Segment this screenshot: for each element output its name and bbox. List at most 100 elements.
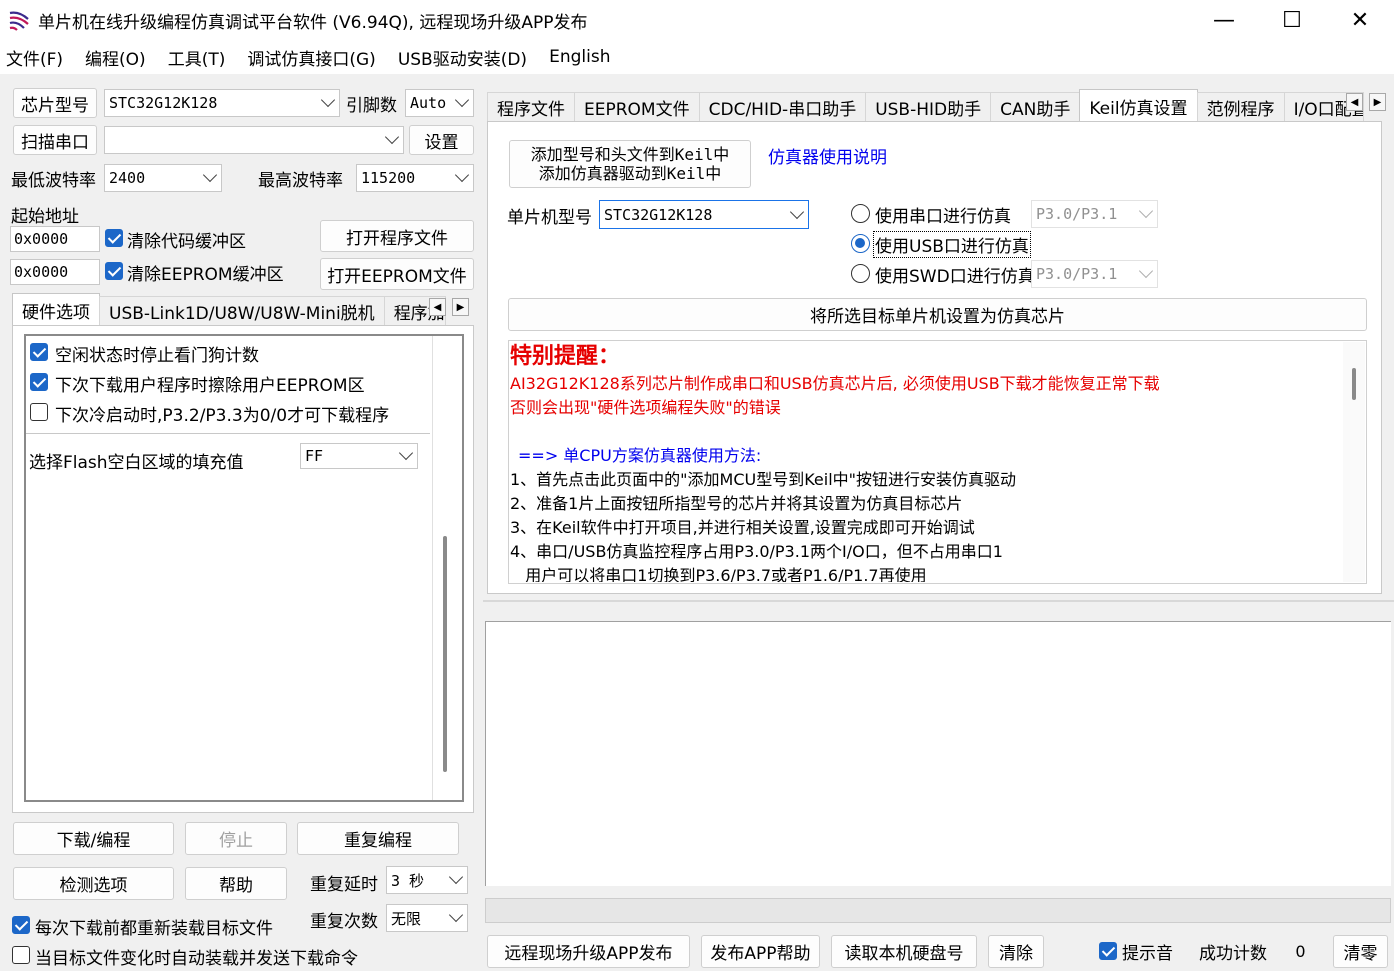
splitter[interactable] [483, 600, 1394, 602]
tab-keil-emulation[interactable]: Keil仿真设置 [1079, 89, 1198, 122]
chevron-down-icon [384, 129, 400, 145]
chevron-down-icon [454, 92, 470, 108]
tab-scroll-right-icon[interactable]: ▶ [452, 298, 469, 316]
add-to-keil-button[interactable]: 添加型号和头文件到Keil中 添加仿真器驱动到Keil中 [509, 140, 751, 188]
tab-hardware-options[interactable]: 硬件选项 [12, 293, 100, 326]
chip-model-button[interactable]: 芯片型号 [13, 88, 97, 118]
notes-step: 1、首先点击此页面中的"添加MCU型号到Keil中"按钮进行安装仿真驱动 [510, 470, 1017, 489]
tab-scroll-left-icon[interactable]: ◀ [429, 298, 446, 316]
tab-program-file[interactable]: 程序文件 [487, 92, 575, 122]
option-label: 空闲状态时停止看门狗计数 [55, 346, 259, 366]
close-button[interactable]: ✕ [1326, 0, 1394, 40]
scan-port-button[interactable]: 扫描串口 [13, 125, 97, 155]
remote-publish-button[interactable]: 远程现场升级APP发布 [487, 935, 690, 968]
chevron-down-icon [789, 204, 805, 219]
help-button[interactable]: 帮助 [185, 867, 287, 900]
pin-count-select[interactable]: Auto [405, 89, 474, 117]
stop-button[interactable]: 停止 [185, 822, 287, 855]
serial-emulation-radio[interactable] [851, 204, 870, 223]
option-label: 下次下载用户程序时擦除用户EEPROM区 [55, 376, 365, 396]
tab-scroll-left-icon[interactable]: ◀ [1346, 93, 1363, 111]
clear-log-button[interactable]: 清除 [988, 935, 1044, 968]
menu-usb-driver[interactable]: USB驱动安装(D) [398, 45, 527, 70]
download-program-button[interactable]: 下载/编程 [13, 822, 174, 855]
min-baud-select[interactable]: 2400 [104, 164, 222, 192]
notes-step: 2、准备1片上面按钮所指型号的芯片并将其设置为仿真目标芯片 [510, 494, 963, 513]
eeprom-start-address-input[interactable]: 0x0000 [10, 259, 100, 285]
scrollbar-thumb[interactable] [443, 536, 447, 772]
swd-emulation-radio[interactable] [851, 264, 870, 283]
notes-content: 特别提醒： AI32G12K128系列芯片制作成串口和USB仿真芯片后, 必须使… [510, 342, 1342, 582]
option-checkbox[interactable] [30, 343, 48, 361]
option-checkbox[interactable] [30, 373, 48, 391]
tab-can[interactable]: CAN助手 [990, 92, 1081, 122]
tab-examples[interactable]: 范例程序 [1196, 92, 1285, 122]
left-tab-bar: 硬件选项 USB-Link1D/U8W/U8W-Mini脱机 程序加 [12, 292, 446, 326]
clear-eeprom-buffer-checkbox[interactable] [105, 262, 123, 280]
code-start-address-input[interactable]: 0x0000 [10, 226, 100, 252]
max-baud-select[interactable]: 115200 [356, 164, 474, 192]
repeat-delay-value: 3 秒 [391, 871, 425, 890]
emulator-help-link[interactable]: 仿真器使用说明 [768, 143, 887, 168]
chevron-down-icon [454, 167, 470, 183]
reload-before-download-checkbox[interactable] [12, 916, 30, 934]
beep-checkbox[interactable] [1099, 942, 1117, 960]
chip-model-select[interactable]: STC32G12K128 [104, 89, 340, 117]
notes-step: 用户可以将串口1切换到P3.6/P3.7或者P1.6/P1.7再使用 [510, 566, 927, 582]
menu-debug[interactable]: 调试仿真接口(G) [247, 45, 375, 70]
chevron-down-icon [202, 167, 218, 183]
menu-file[interactable]: 文件(F) [6, 45, 63, 70]
scrollbar-thumb[interactable] [1352, 368, 1356, 400]
divider [26, 433, 430, 434]
publish-help-button[interactable]: 发布APP帮助 [701, 935, 820, 968]
notes-scrollbar[interactable] [1343, 342, 1365, 582]
set-target-emulation-chip-button[interactable]: 将所选目标单片机设置为仿真芯片 [508, 298, 1367, 331]
fill-value-select[interactable]: FF [300, 443, 418, 469]
tab-scroll-right-icon[interactable]: ▶ [1369, 93, 1386, 111]
hardware-options-list: 空闲状态时停止看门狗计数 下次下载用户程序时擦除用户EEPROM区 下次冷启动时… [24, 334, 464, 802]
reload-before-download-label: 每次下载前都重新装载目标文件 [35, 919, 273, 939]
repeat-program-button[interactable]: 重复编程 [297, 822, 459, 855]
pin-count-label: 引脚数 [346, 96, 397, 116]
mcu-model-select[interactable]: STC32G12K128 [599, 200, 809, 229]
minimize-button[interactable]: — [1190, 0, 1258, 40]
chevron-down-icon [1138, 203, 1154, 219]
port-select[interactable] [104, 126, 404, 154]
repeat-count-label: 重复次数 [310, 912, 378, 932]
chevron-down-icon [448, 869, 464, 885]
chevron-down-icon [1138, 263, 1154, 279]
repeat-count-select[interactable]: 无限 [386, 904, 468, 932]
tab-usb-hid[interactable]: USB-HID助手 [865, 92, 992, 122]
serial-port-value: P3.0/P3.1 [1036, 205, 1118, 223]
auto-reload-label: 当目标文件变化时自动装载并发送下载命令 [35, 949, 358, 969]
clear-code-buffer-checkbox[interactable] [105, 229, 123, 247]
clear-eeprom-buffer-label: 清除EEPROM缓冲区 [127, 265, 284, 285]
maximize-button[interactable]: ☐ [1258, 0, 1326, 40]
auto-reload-checkbox[interactable] [12, 946, 30, 964]
open-eeprom-file-button[interactable]: 打开EEPROM文件 [320, 258, 474, 290]
port-settings-button[interactable]: 设置 [409, 125, 474, 155]
tab-usb-link-offline[interactable]: USB-Link1D/U8W/U8W-Mini脱机 [99, 296, 385, 326]
read-disk-id-button[interactable]: 读取本机硬盘号 [831, 935, 977, 968]
menu-english[interactable]: English [549, 47, 610, 67]
notes-step: 4、串口/USB仿真监控程序占用P3.0/P3.1两个I/O口，但不占用串口1 [510, 542, 1003, 561]
reset-count-button[interactable]: 清零 [1333, 935, 1388, 968]
app-logo-icon [9, 11, 29, 31]
menu-program[interactable]: 编程(O) [85, 45, 146, 70]
repeat-delay-select[interactable]: 3 秒 [386, 866, 468, 894]
swd-port-select[interactable]: P3.0/P3.1 [1031, 260, 1158, 288]
option-checkbox[interactable] [30, 403, 48, 421]
check-options-button[interactable]: 检测选项 [13, 867, 174, 900]
fill-value-label: 选择Flash空白区域的填充值 [29, 453, 244, 473]
tab-cdc-hid-serial[interactable]: CDC/HID-串口助手 [698, 92, 867, 122]
open-program-file-button[interactable]: 打开程序文件 [320, 220, 474, 252]
notes-step: 3、在Keil软件中打开项目,并进行相关设置,设置完成即可开始调试 [510, 518, 975, 537]
serial-port-select[interactable]: P3.0/P3.1 [1031, 200, 1158, 228]
usb-emulation-radio[interactable] [851, 234, 870, 253]
beep-label: 提示音 [1122, 944, 1173, 964]
menu-tools[interactable]: 工具(T) [168, 45, 226, 70]
add-to-keil-line2: 添加仿真器驱动到Keil中 [538, 164, 722, 183]
right-tab-bar: 程序文件 EEPROM文件 CDC/HID-串口助手 USB-HID助手 CAN… [487, 88, 1364, 122]
output-log[interactable] [485, 621, 1391, 886]
tab-eeprom-file[interactable]: EEPROM文件 [574, 92, 700, 122]
